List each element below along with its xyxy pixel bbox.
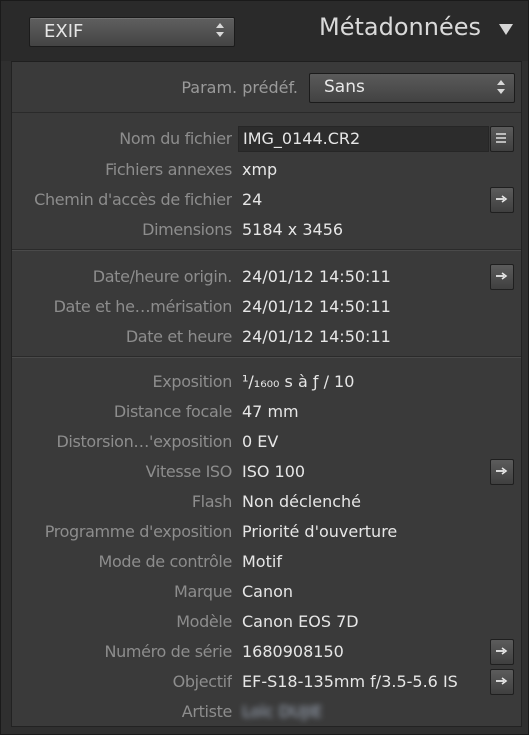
go-to-date-button[interactable] <box>490 264 514 290</box>
divider <box>12 356 521 358</box>
metadata-view-select-label: EXIF <box>44 21 84 42</box>
filter-lens-button[interactable] <box>490 669 514 695</box>
preset-select[interactable]: Sans <box>309 73 515 103</box>
field-value: 24/01/12 14:50:11 <box>242 327 391 346</box>
field-value: 24/01/12 14:50:11 <box>242 267 391 286</box>
field-value: Non déclenché <box>242 492 361 511</box>
field-label: Flash <box>191 492 232 511</box>
divider <box>12 249 521 251</box>
filter-serial-button[interactable] <box>490 639 514 665</box>
field-row-date-digitized: Date et he…mérisation 24/01/12 14:50:11 <box>12 297 521 321</box>
field-label: Vitesse ISO <box>145 462 232 481</box>
panel-header: EXIF Métadonnées <box>1 1 528 61</box>
artist-value: Loïc DUJIE <box>242 702 323 721</box>
field-value: 0 EV <box>242 432 279 451</box>
field-value: 24/01/12 14:50:11 <box>242 297 391 316</box>
collapse-panel-icon[interactable] <box>497 21 517 39</box>
field-label: Objectif <box>172 672 232 691</box>
field-row-lens: Objectif EF-S18-135mm f/3.5-5.6 IS <box>12 669 521 696</box>
field-row-serial-number: Numéro de série 1680908150 <box>12 639 521 666</box>
field-label: Distorsion…'exposition <box>56 432 232 451</box>
field-label: Modèle <box>176 612 232 631</box>
metadata-panel: EXIF Métadonnées Param. prédéf. Sans Nom… <box>0 0 529 735</box>
field-row-exposure: Exposition ¹/₁₆₀₀ s à ƒ / 10 <box>12 372 521 396</box>
field-row-model: Modèle Canon EOS 7D <box>12 612 521 636</box>
field-label: Numéro de série <box>104 642 232 661</box>
field-label: Mode de contrôle <box>98 552 232 571</box>
field-row-exposure-bias: Distorsion…'exposition 0 EV <box>12 432 521 456</box>
field-value: Priorité d'ouverture <box>242 522 398 541</box>
field-value: 24 <box>242 190 263 209</box>
field-label: Programme d'exposition <box>44 522 232 541</box>
field-label: Date/heure origin. <box>92 267 232 286</box>
field-label: Date et heure <box>125 327 232 346</box>
field-label: Chemin d'accès de fichier <box>34 190 232 209</box>
updown-arrows-icon <box>214 21 226 39</box>
field-row-dimensions: Dimensions 5184 x 3456 <box>12 220 521 244</box>
preset-label: Param. prédéf. <box>181 78 298 97</box>
field-value: Canon <box>242 582 294 601</box>
field-value: ISO 100 <box>242 462 306 481</box>
field-label: Exposition <box>152 372 232 391</box>
field-label: Artiste <box>181 702 232 721</box>
field-value: xmp <box>242 160 278 179</box>
preset-select-value: Sans <box>324 77 365 97</box>
field-row-exposure-program: Programme d'exposition Priorité d'ouvert… <box>12 522 521 546</box>
field-value: EF-S18-135mm f/3.5-5.6 IS <box>242 672 458 691</box>
metadata-content: Param. prédéf. Sans Nom du fichier IMG_0… <box>11 61 522 727</box>
go-to-folder-button[interactable] <box>490 187 514 213</box>
field-row-flash: Flash Non déclenché <box>12 492 521 516</box>
field-value: 47 mm <box>242 402 299 421</box>
panel-title: Métadonnées <box>319 13 481 41</box>
field-row-metering-mode: Mode de contrôle Motif <box>12 552 521 576</box>
field-row-sidecar: Fichiers annexes xmp <box>12 160 521 184</box>
updown-arrows-icon <box>495 78 507 96</box>
field-value: 5184 x 3456 <box>242 220 344 239</box>
field-label: Marque <box>174 582 232 601</box>
field-value: 1680908150 <box>242 642 344 661</box>
field-label: Fichiers annexes <box>105 160 232 179</box>
field-row-date-time: Date et heure 24/01/12 14:50:11 <box>12 327 521 351</box>
field-value: ¹/₁₆₀₀ s à ƒ / 10 <box>242 372 355 391</box>
field-row-folder: Chemin d'accès de fichier 24 <box>12 187 521 214</box>
field-row-filename: Nom du fichier IMG_0144.CR2 <box>12 126 521 153</box>
filename-field[interactable]: IMG_0144.CR2 <box>238 126 489 152</box>
field-label: Distance focale <box>113 402 232 421</box>
preset-row: Param. prédéf. Sans <box>12 62 521 113</box>
field-row-make: Marque Canon <box>12 582 521 606</box>
field-label: Dimensions <box>142 220 232 239</box>
field-row-date-original: Date/heure origin. 24/01/12 14:50:11 <box>12 264 521 291</box>
field-row-focal-length: Distance focale 47 mm <box>12 402 521 426</box>
field-label: Date et he…mérisation <box>53 297 232 316</box>
field-value: Canon EOS 7D <box>242 612 359 631</box>
field-label: Nom du fichier <box>119 129 232 148</box>
field-row-artist: Artiste Loïc DUJIE <box>12 702 521 726</box>
field-value: Motif <box>242 552 282 571</box>
field-row-iso: Vitesse ISO ISO 100 <box>12 459 521 486</box>
filter-iso-button[interactable] <box>490 459 514 485</box>
list-button[interactable] <box>490 126 514 152</box>
metadata-view-select[interactable]: EXIF <box>29 17 235 47</box>
